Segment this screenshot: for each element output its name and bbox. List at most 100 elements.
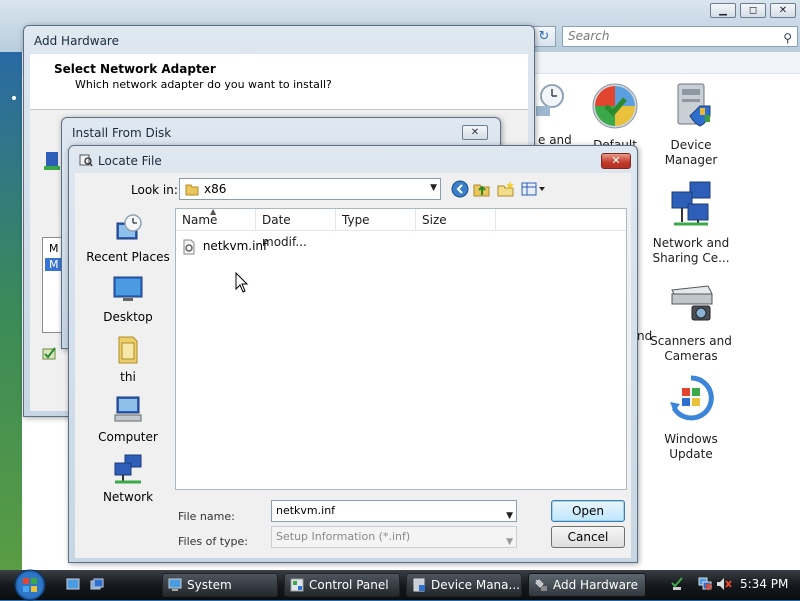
files-of-type-select[interactable]: Setup Information (*.inf) ▼: [271, 526, 517, 548]
start-button-icon[interactable]: [10, 569, 50, 601]
maximize-button[interactable]: ◻: [740, 3, 766, 18]
refresh-icon[interactable]: ↻: [532, 26, 556, 47]
desktop-icon: [113, 276, 143, 301]
column-header-name[interactable]: Name ▲: [176, 207, 256, 231]
search-input[interactable]: Search ⚲: [562, 26, 798, 47]
add-hardware-icon: [535, 579, 547, 591]
scanners-label-line2: Cameras: [664, 349, 718, 363]
desktop-label: Desktop: [103, 310, 153, 324]
locate-file-dialog: Locate File ✕ Look in: x86 ▼ Recent Plac…: [68, 145, 638, 563]
signed-driver-icon: [42, 347, 56, 360]
chevron-down-icon[interactable]: ▼: [506, 532, 513, 552]
file-name-input[interactable]: netkvm.inf ▼: [271, 500, 517, 522]
volume-muted-icon[interactable]: [716, 577, 732, 591]
user-folder-label: thi: [120, 370, 136, 384]
recent-places-icon: [116, 214, 142, 240]
computer-label: Computer: [98, 430, 158, 444]
sort-ascending-icon: ▲: [210, 207, 217, 216]
taskbar-clock[interactable]: 5:34 PM: [740, 577, 788, 591]
file-row[interactable]: netkvm.inf: [182, 237, 267, 255]
control-panel-sidebar: [0, 52, 22, 570]
look-in-label: Look in:: [131, 183, 178, 197]
folder-icon: [185, 184, 199, 196]
network-status-icon[interactable]: [698, 577, 712, 591]
clock-icon: [536, 84, 564, 116]
taskbar-button-system[interactable]: System: [162, 573, 278, 597]
scanners-label-line1: Scanners and: [650, 334, 732, 348]
column-header-type[interactable]: Type: [336, 209, 416, 231]
network-icon: [114, 454, 142, 484]
windows-update-label-line1: Windows: [664, 432, 718, 446]
windows-update-item[interactable]: Windows Update: [646, 374, 736, 462]
places-bar: Recent Places Desktop thi Computer Netwo…: [79, 209, 177, 519]
chevron-down-icon[interactable]: ▼: [506, 506, 513, 526]
device-manager-icon: [677, 83, 711, 127]
device-manager-label-line1: Device: [670, 138, 712, 152]
search-icon[interactable]: ⚲: [783, 29, 792, 48]
close-icon[interactable]: ✕: [462, 125, 488, 140]
wizard-header: Select Network Adapter Which network ada…: [30, 54, 528, 110]
locate-file-title: Locate File: [98, 154, 162, 168]
files-of-type-label: Files of type:: [178, 535, 249, 548]
list-item[interactable]: M: [49, 242, 59, 255]
new-folder-icon[interactable]: [497, 180, 515, 198]
column-headers: Name ▲ Date modif... Type Size: [176, 207, 626, 249]
add-hardware-title: Add Hardware: [34, 34, 119, 48]
cancel-button[interactable]: Cancel: [551, 526, 625, 548]
safely-remove-hardware-icon[interactable]: [670, 577, 684, 591]
taskbar-button-device-manager[interactable]: Device Mana...: [406, 573, 522, 597]
recent-places-label: Recent Places: [86, 250, 170, 264]
control-panel-icon: [290, 578, 304, 592]
up-folder-icon[interactable]: [473, 180, 491, 198]
scanner-camera-icon: [671, 285, 713, 321]
windows-update-icon: [670, 375, 714, 421]
look-in-dropdown[interactable]: x86 ▼: [179, 178, 441, 200]
look-in-value: x86: [204, 182, 227, 196]
computer-icon: [114, 396, 142, 422]
file-name: netkvm.inf: [202, 239, 268, 253]
close-button[interactable]: ✕: [601, 153, 631, 169]
views-menu-icon[interactable]: [521, 180, 547, 198]
close-button[interactable]: ✕: [770, 3, 796, 18]
list-item-selected[interactable]: M: [45, 258, 63, 271]
device-manager-icon: [413, 578, 425, 592]
recent-places-link[interactable]: Recent Places: [79, 213, 177, 264]
windows-update-label-line2: Update: [669, 447, 713, 461]
scanners-cameras-item[interactable]: Scanners and Cameras: [646, 276, 736, 364]
install-from-disk-title: Install From Disk: [72, 126, 172, 140]
network-link[interactable]: Network: [79, 453, 177, 504]
file-list[interactable]: Name ▲ Date modif... Type Size netkvm.in…: [175, 207, 627, 490]
show-desktop-icon[interactable]: [66, 578, 80, 591]
locate-file-title-icon: [79, 154, 93, 167]
file-name-label: File name:: [178, 510, 235, 523]
taskbar-button-add-hardware[interactable]: Add Hardware: [528, 573, 646, 597]
computer-link[interactable]: Computer: [79, 393, 177, 444]
open-button[interactable]: Open: [551, 500, 625, 522]
inf-file-icon: [183, 239, 195, 254]
network-label: Network: [102, 490, 154, 504]
network-sharing-label-line1: Network and: [652, 236, 730, 250]
user-folder-icon: [118, 336, 138, 364]
network-sharing-icon: [671, 181, 711, 226]
device-manager-label-line2: Manager: [664, 153, 718, 167]
column-header-date[interactable]: Date modif...: [256, 209, 336, 249]
mouse-cursor-icon: [235, 272, 249, 293]
minimize-button[interactable]: ▁: [710, 3, 736, 18]
wizard-subheading: Which network adapter do you want to ins…: [75, 78, 332, 91]
device-manager-item[interactable]: Device Manager: [646, 80, 736, 168]
locate-file-body: Look in: x86 ▼ Recent Places Desktop thi…: [75, 173, 631, 558]
sidebar-bullet: [12, 96, 16, 100]
network-sharing-item[interactable]: Network and Sharing Ce...: [646, 178, 736, 266]
switch-windows-icon[interactable]: [90, 578, 104, 591]
user-folder-link[interactable]: thi: [79, 333, 177, 384]
default-programs-icon: [592, 83, 638, 129]
chevron-down-icon[interactable]: ▼: [430, 183, 437, 193]
system-icon: [168, 578, 182, 591]
back-icon[interactable]: [451, 180, 469, 198]
column-header-size[interactable]: Size: [416, 209, 496, 231]
desktop-link[interactable]: Desktop: [79, 273, 177, 324]
wizard-heading: Select Network Adapter: [54, 62, 216, 76]
network-sharing-label-line2: Sharing Ce...: [652, 251, 730, 265]
taskbar-button-control-panel[interactable]: Control Panel: [284, 573, 400, 597]
network-adapter-icon: [44, 152, 60, 170]
